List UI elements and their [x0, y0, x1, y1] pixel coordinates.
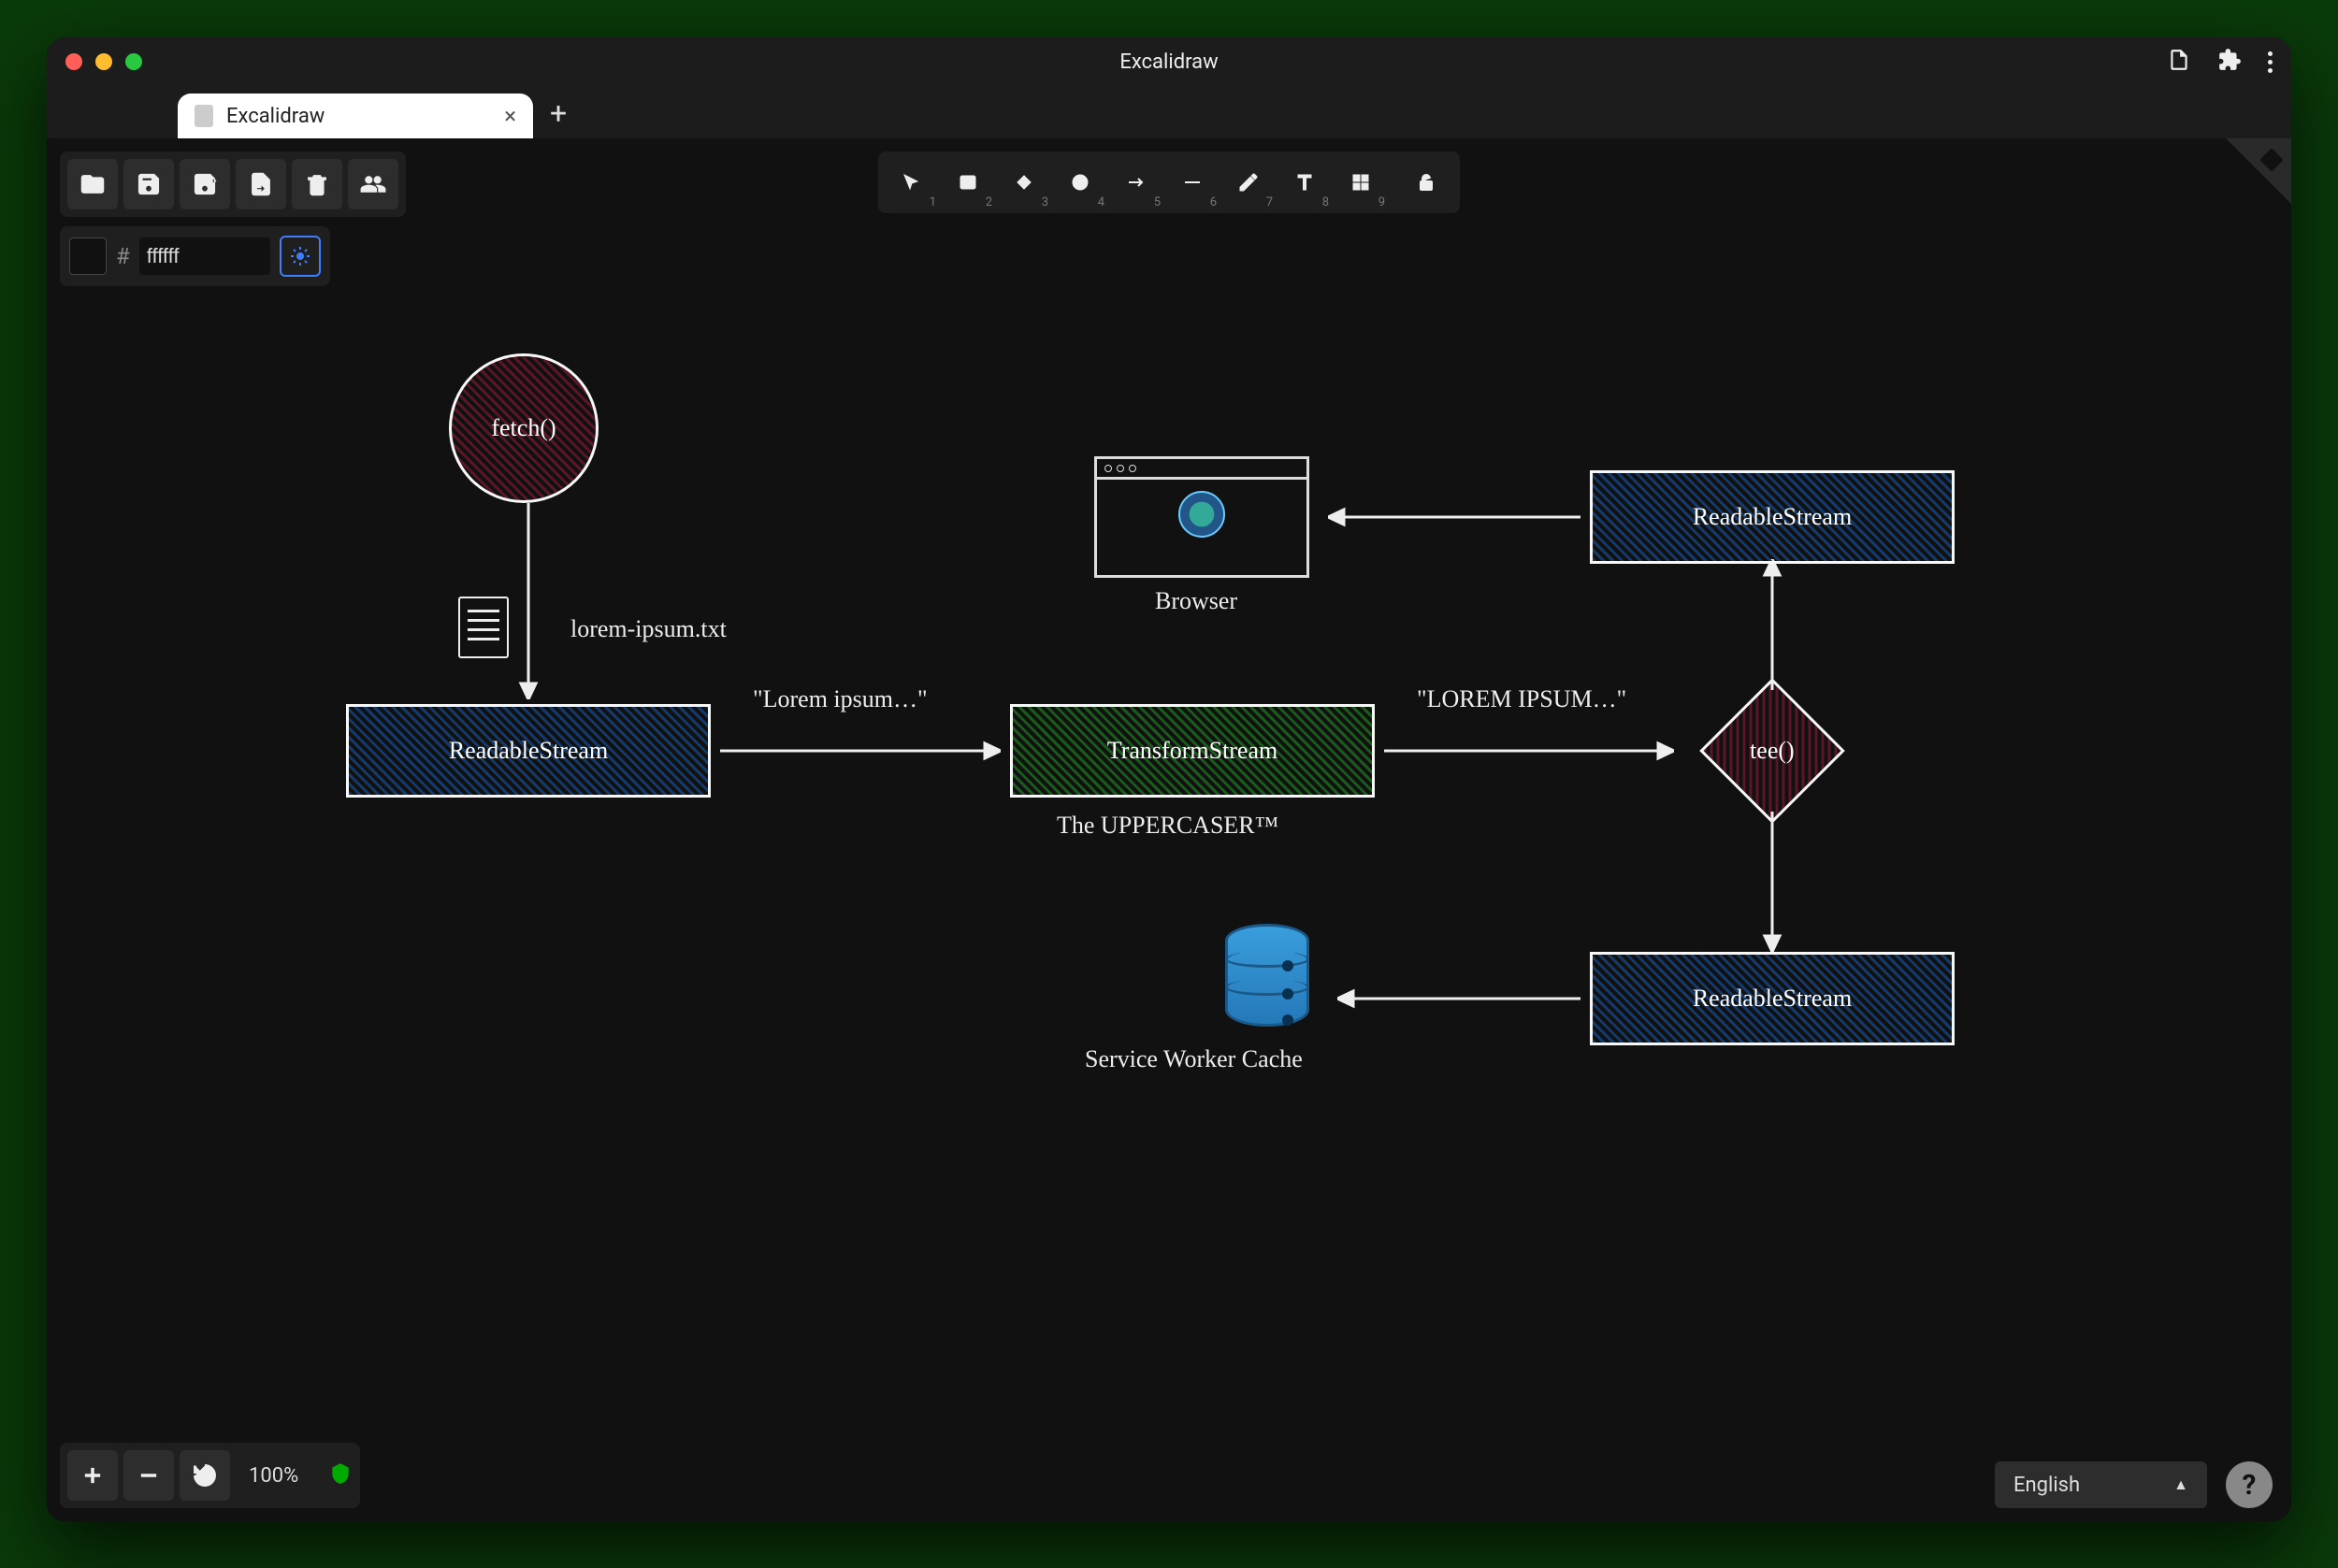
app-surface: # 1 2 3 4 [47, 138, 2291, 1521]
arrow-tee-down [1758, 812, 1786, 952]
file-icon [458, 597, 514, 664]
transformstream-node[interactable]: TransformStream [1010, 704, 1375, 798]
canvas[interactable]: fetch() lorem-ipsum.txt ReadableStream "… [47, 138, 2291, 1521]
maximize-window-button[interactable] [125, 53, 142, 70]
uppercaser-label: The UPPERCASER™ [1057, 812, 1278, 840]
arrow-readable2-browser [1328, 503, 1580, 531]
arrow-readable-transform [720, 737, 1001, 765]
tee-node[interactable]: tee() [1699, 678, 1845, 824]
menu-icon[interactable] [2268, 51, 2273, 73]
globe-icon [1178, 491, 1225, 538]
lorem-lower-label: "Lorem ipsum…" [753, 685, 928, 713]
minimize-window-button[interactable] [95, 53, 112, 70]
arrow-tee-up [1758, 559, 1786, 690]
title-bar: Excalidraw [47, 37, 2291, 86]
arrow-fetch-readable [514, 503, 542, 699]
browser-label: Browser [1155, 587, 1237, 615]
page-icon[interactable] [2167, 48, 2191, 76]
database-icon [1225, 924, 1309, 1027]
browser-window: Excalidraw Excalidraw × + [47, 37, 2291, 1521]
readablestream-node-2[interactable]: ReadableStream [1590, 470, 1955, 564]
browser-tab[interactable]: Excalidraw × [178, 94, 533, 138]
favicon-icon [195, 105, 213, 127]
arrow-transform-tee [1384, 737, 1674, 765]
fetch-node[interactable]: fetch() [449, 353, 599, 503]
close-window-button[interactable] [65, 53, 82, 70]
tab-close-button[interactable]: × [504, 103, 516, 129]
lorem-upper-label: "LOREM IPSUM…" [1417, 685, 1626, 713]
window-controls [65, 53, 142, 70]
new-tab-button[interactable]: + [550, 95, 567, 131]
readablestream-node-3[interactable]: ReadableStream [1590, 952, 1955, 1045]
window-title: Excalidraw [1119, 50, 1218, 74]
arrow-readable3-cache [1337, 985, 1580, 1013]
readablestream-node-1[interactable]: ReadableStream [346, 704, 711, 798]
browser-window-icon [1094, 456, 1309, 578]
file-label: lorem-ipsum.txt [570, 615, 727, 643]
tab-label: Excalidraw [226, 105, 325, 128]
tab-strip: Excalidraw × + [47, 86, 2291, 138]
sw-cache-label: Service Worker Cache [1085, 1045, 1303, 1073]
extensions-icon[interactable] [2217, 48, 2242, 76]
